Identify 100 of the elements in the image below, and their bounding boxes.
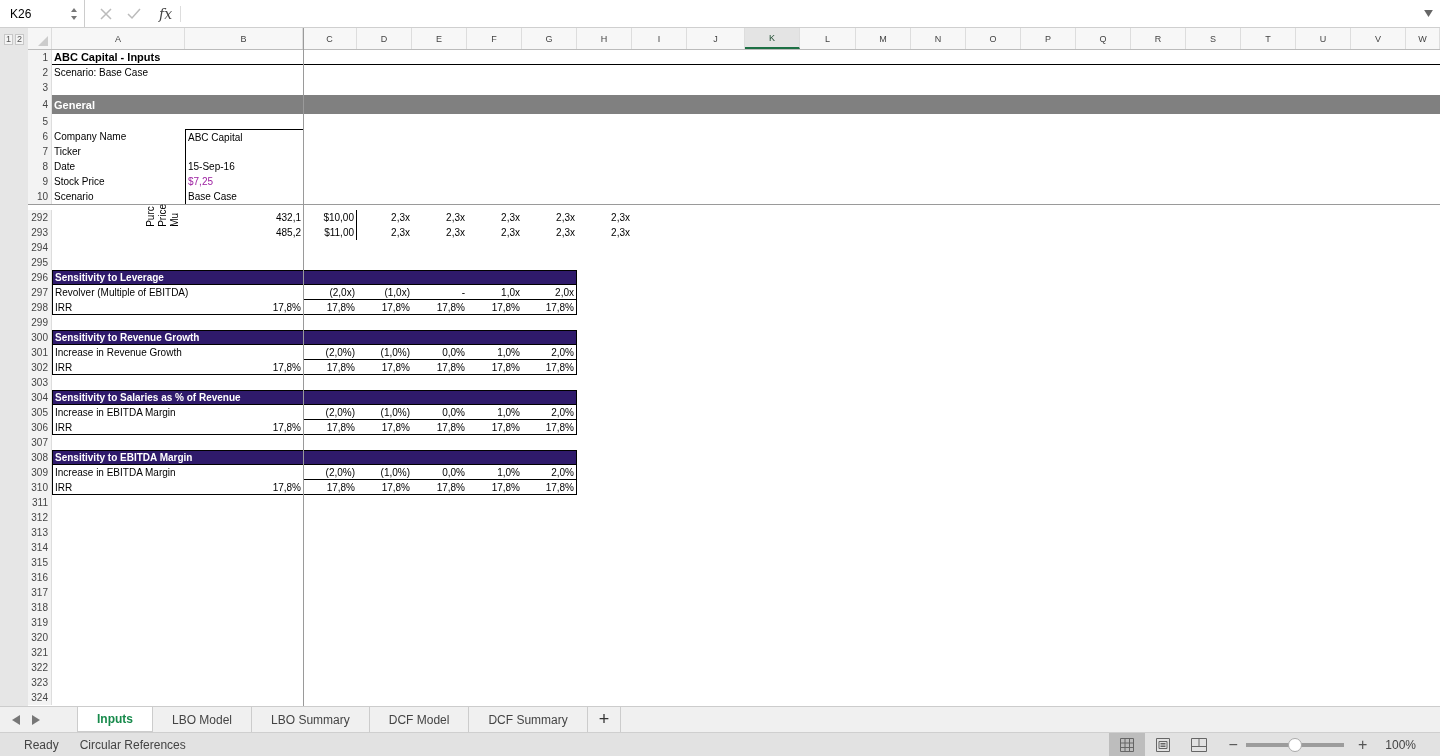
- row-number: 294: [28, 240, 52, 255]
- row-number: 320: [28, 630, 52, 645]
- table-cell: (1,0%): [380, 346, 410, 358]
- table-cell: 17,8%: [436, 301, 465, 313]
- zoom-level: 100%: [1385, 737, 1416, 752]
- table-cell: (1,0x): [384, 286, 410, 298]
- table-cell: 0,0%: [442, 466, 465, 478]
- status-message: Circular References: [79, 737, 186, 752]
- table-cell: 1,0x: [501, 286, 520, 298]
- table-cell: 17,8%: [491, 421, 520, 433]
- table-cell: 17,8%: [326, 481, 355, 493]
- column-header[interactable]: F: [467, 28, 522, 49]
- table-cell: 17,8%: [326, 421, 355, 433]
- table-header: Sensitivity to Salaries as % of Revenue: [52, 390, 577, 405]
- next-sheet-icon[interactable]: [32, 714, 40, 725]
- input-cell: ABC Capital: [185, 129, 303, 144]
- table-cell: IRR: [55, 301, 73, 313]
- outline-level-button[interactable]: 1: [4, 33, 13, 45]
- row-number: 309: [28, 465, 52, 480]
- table-cell: 2,3x: [391, 212, 410, 223]
- table-cell: 2,3x: [446, 227, 465, 238]
- slider-thumb[interactable]: [1287, 737, 1302, 752]
- page-break-icon: [1190, 737, 1207, 752]
- row-number: 3: [28, 80, 52, 95]
- previous-sheet-icon[interactable]: [12, 714, 20, 725]
- zoom-out-button[interactable]: −: [1222, 735, 1244, 754]
- table-cell: IRR: [55, 361, 73, 373]
- row-number: 295: [28, 255, 52, 270]
- zoom-in-button[interactable]: +: [1351, 735, 1374, 754]
- spinner-icon[interactable]: [70, 6, 78, 21]
- table-cell: 17,8%: [381, 361, 410, 373]
- axis-label: Purc: [145, 205, 156, 227]
- table-cell-text: Ticker: [53, 145, 82, 159]
- column-header[interactable]: A: [52, 28, 185, 49]
- row-number: 301: [28, 345, 52, 360]
- input-cell: 15-Sep-16: [185, 159, 303, 174]
- table-cell: 17,8%: [491, 301, 520, 313]
- row-number: 313: [28, 525, 52, 540]
- row-number: 297: [28, 285, 52, 300]
- column-header[interactable]: J: [687, 28, 745, 49]
- sheet-title: ABC Capital - Inputs: [52, 50, 303, 65]
- table-cell: 17,8%: [272, 421, 301, 433]
- table-cell: 2,3x: [611, 227, 630, 238]
- table-cell: Revolver (Multiple of EBITDA): [55, 287, 189, 298]
- column-header[interactable]: R: [1131, 28, 1186, 49]
- section-header: General: [52, 95, 1440, 114]
- column-header[interactable]: S: [1186, 28, 1241, 49]
- row-number: 292: [28, 210, 52, 225]
- check-icon[interactable]: [127, 7, 141, 20]
- row-number: 299: [28, 315, 52, 330]
- column-header[interactable]: Q: [1076, 28, 1131, 49]
- table-cell: 2,0x: [555, 286, 574, 298]
- row-number: 4: [28, 95, 52, 114]
- column-header[interactable]: E: [412, 28, 467, 49]
- column-header[interactable]: P: [1021, 28, 1076, 49]
- table-cell: (1,0%): [380, 466, 410, 478]
- function-button[interactable]: fx: [159, 5, 182, 22]
- table-cell: IRR: [55, 421, 73, 433]
- row-number: 321: [28, 645, 52, 660]
- table-cell: 17,8%: [545, 481, 574, 493]
- column-header[interactable]: M: [856, 28, 911, 49]
- sheet-tab[interactable]: Inputs: [77, 707, 153, 732]
- row-number: 293: [28, 225, 52, 240]
- table-cell: 1,0%: [497, 466, 520, 478]
- column-header[interactable]: L: [800, 28, 856, 49]
- column-header[interactable]: N: [911, 28, 966, 49]
- column-header[interactable]: G: [522, 28, 577, 49]
- table-cell-text: Scenario: [53, 190, 95, 204]
- table-cell: 17,8%: [491, 361, 520, 373]
- table-cell: (2,0%): [325, 406, 355, 418]
- column-header[interactable]: O: [966, 28, 1021, 49]
- table-cell: 2,3x: [501, 227, 520, 238]
- name-box[interactable]: K26: [0, 0, 85, 27]
- column-header[interactable]: K: [745, 28, 800, 49]
- row-number: 324: [28, 690, 52, 705]
- page-icon: [1155, 737, 1170, 752]
- column-header[interactable]: V: [1351, 28, 1406, 49]
- column-header[interactable]: I: [632, 28, 687, 49]
- table-cell: 0,0%: [442, 406, 465, 418]
- table-cell: 2,3x: [501, 212, 520, 223]
- table-cell: (2,0%): [325, 466, 355, 478]
- table-cell: 2,0%: [551, 406, 574, 418]
- table-cell: Increase in Revenue Growth: [55, 347, 182, 358]
- row-number: 323: [28, 675, 52, 690]
- column-header[interactable]: W: [1406, 28, 1440, 49]
- column-header[interactable]: U: [1296, 28, 1351, 49]
- table-cell-text: Date: [53, 160, 77, 174]
- view-button[interactable]: [1108, 733, 1145, 756]
- table-cell: 17,8%: [545, 361, 574, 373]
- outline-level-button[interactable]: 2: [15, 33, 24, 45]
- row-number: 312: [28, 510, 52, 525]
- column-header[interactable]: C: [303, 28, 357, 49]
- table-cell: 2,3x: [556, 227, 575, 238]
- column-header[interactable]: B: [185, 28, 303, 49]
- column-header[interactable]: T: [1241, 28, 1296, 49]
- row-number: 1: [28, 50, 52, 65]
- table-cell: $11,00: [324, 227, 354, 238]
- column-header[interactable]: H: [577, 28, 632, 49]
- expand-icon[interactable]: [1424, 10, 1433, 17]
- column-header[interactable]: D: [357, 28, 412, 49]
